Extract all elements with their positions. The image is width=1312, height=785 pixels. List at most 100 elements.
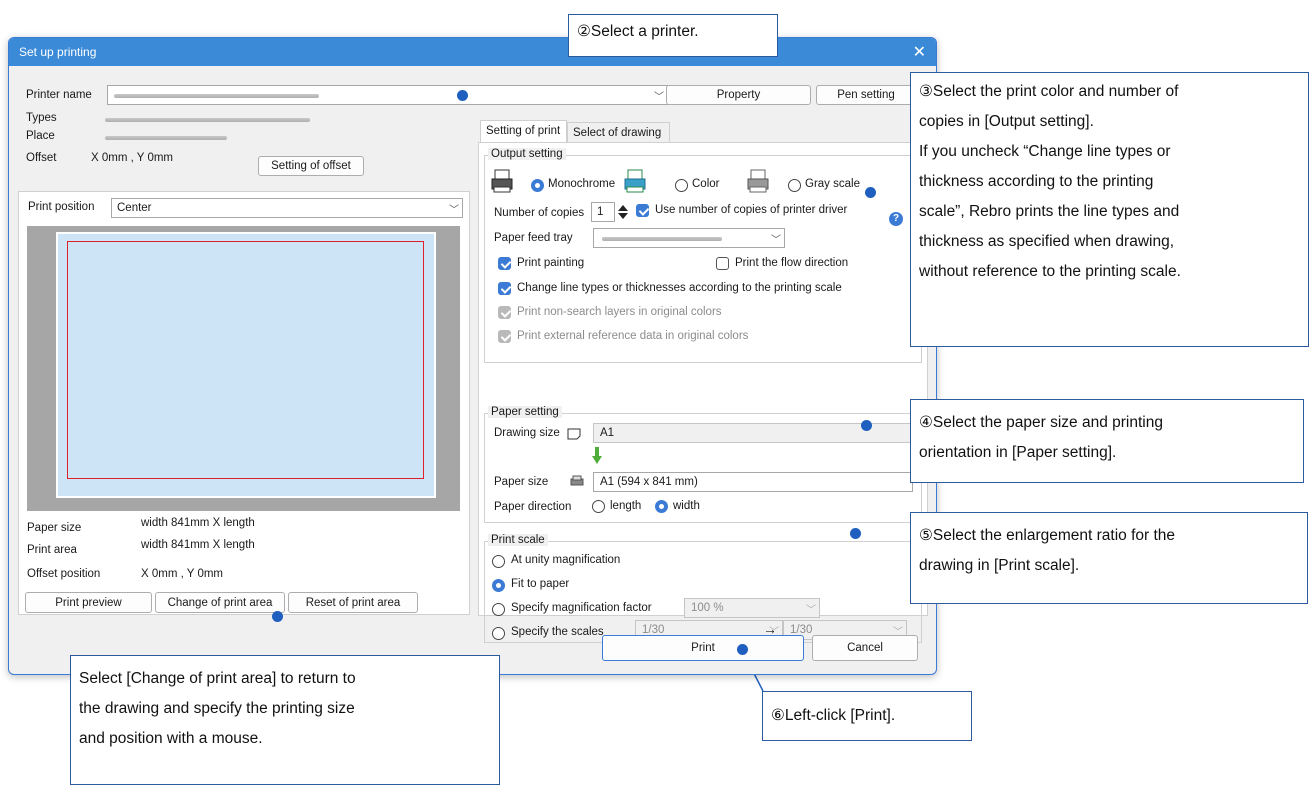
print-position-value: Center xyxy=(117,202,152,214)
specify-magnification-label: Specify magnification factor xyxy=(511,602,652,614)
monochrome-label: Monochrome xyxy=(548,178,616,190)
print-area-rectangle[interactable] xyxy=(67,241,424,479)
drawing-size-label: Drawing size xyxy=(494,427,560,439)
use-copies-driver-checkbox[interactable] xyxy=(636,204,649,217)
use-copies-driver-label: Use number of copies of printer driver xyxy=(655,204,848,216)
paper-feed-tray-select[interactable]: ﹀ xyxy=(593,228,785,248)
preview-paper xyxy=(56,232,436,498)
paper-size-label: Paper size xyxy=(494,476,549,488)
pen-setting-button[interactable]: Pen setting xyxy=(816,85,916,105)
print-non-search-label: Print non-search layers in original colo… xyxy=(517,306,722,318)
callout-line: ⑤Select the enlargement ratio for the xyxy=(919,527,1176,544)
paper-setting-title: Paper setting xyxy=(488,406,562,418)
reset-of-print-area-button[interactable]: Reset of print area xyxy=(288,592,418,613)
paper-feed-tray-value-redacted xyxy=(602,237,722,241)
preview-canvas xyxy=(27,226,460,511)
print-area-label: Print area xyxy=(27,544,77,556)
setting-of-offset-button[interactable]: Setting of offset xyxy=(258,156,364,176)
callout-line: ③Select the print color and number of xyxy=(919,83,1179,100)
callout-line: ④Select the paper size and printing xyxy=(919,414,1163,431)
number-of-copies-value: 1 xyxy=(597,206,604,218)
chevron-down-icon: ﹀ xyxy=(654,92,664,103)
callout-output-setting: ③Select the print color and number of co… xyxy=(910,72,1309,347)
specify-magnification-radio[interactable] xyxy=(492,603,505,616)
length-radio[interactable] xyxy=(592,500,605,513)
callout-select-printer-text: ②Select a printer. xyxy=(577,23,699,40)
print-position-select[interactable]: Center ﹀ xyxy=(111,198,463,218)
gray-scale-radio[interactable] xyxy=(788,179,801,192)
callout-dot-paper xyxy=(861,420,872,431)
monochrome-radio[interactable] xyxy=(531,179,544,192)
print-button[interactable]: Print xyxy=(602,635,804,661)
paper-size-select[interactable]: A1 (594 x 841 mm) xyxy=(593,472,913,492)
printer-name-label: Printer name xyxy=(26,89,92,101)
callout-dot-print xyxy=(737,644,748,655)
callout-line: copies in [Output setting]. xyxy=(919,113,1094,130)
change-line-types-label: Change line types or thicknesses accordi… xyxy=(517,282,842,294)
width-label: width xyxy=(673,500,700,512)
arrow-down-icon xyxy=(592,447,602,465)
print-position-label: Print position xyxy=(28,201,95,213)
tab-select-of-drawing[interactable]: Select of drawing xyxy=(567,122,670,142)
callout-line: If you uncheck “Change line types or xyxy=(919,143,1171,160)
color-label: Color xyxy=(692,178,720,190)
chevron-down-icon: ﹀ xyxy=(449,205,459,216)
print-flow-direction-label: Print the flow direction xyxy=(735,257,849,269)
callout-line: thickness according to the printing xyxy=(919,173,1154,190)
tab-setting-of-print[interactable]: Setting of print xyxy=(480,120,567,142)
print-flow-direction-checkbox[interactable] xyxy=(716,257,729,270)
chevron-down-icon: ﹀ xyxy=(806,605,816,616)
chevron-down-icon: ﹀ xyxy=(771,235,781,246)
offset-position-value: X 0mm , Y 0mm xyxy=(141,568,224,580)
place-label: Place xyxy=(26,130,55,142)
callout-left-click-print-text: ⑥Left-click [Print]. xyxy=(771,707,896,724)
grayscale-printer-icon xyxy=(747,169,769,193)
at-unity-radio[interactable] xyxy=(492,555,505,568)
paper-size-select-value: A1 (594 x 841 mm) xyxy=(600,476,698,488)
types-label: Types xyxy=(26,112,57,124)
number-of-copies-label: Number of copies xyxy=(494,207,585,219)
printer-small-icon xyxy=(570,474,584,488)
callout-line: and position with a mouse. xyxy=(79,730,263,747)
copies-spinner[interactable] xyxy=(616,202,630,222)
callout-print-scale: ⑤Select the enlargement ratio for the dr… xyxy=(910,512,1308,604)
gray-scale-label: Gray scale xyxy=(805,178,860,190)
property-button[interactable]: Property xyxy=(666,85,811,105)
callout-line: orientation in [Paper setting]. xyxy=(919,444,1117,461)
monochrome-printer-icon xyxy=(491,169,513,193)
print-painting-checkbox[interactable] xyxy=(498,257,511,270)
callout-left-click-print: ⑥Left-click [Print]. xyxy=(762,691,972,741)
print-preview-button[interactable]: Print preview xyxy=(25,592,152,613)
close-icon[interactable]: ✕ xyxy=(913,42,926,62)
help-icon[interactable]: ? xyxy=(889,212,903,226)
printer-name-select[interactable]: ﹀ xyxy=(107,85,668,105)
print-external-ref-label: Print external reference data in origina… xyxy=(517,330,749,342)
print-non-search-checkbox xyxy=(498,306,511,319)
set-up-printing-dialog: Set up printing ✕ Printer name ﹀ Propert… xyxy=(8,37,937,675)
print-preview-panel: Print position Center ﹀ Paper size width… xyxy=(18,191,470,615)
title-bar: Set up printing ✕ xyxy=(9,38,936,66)
color-printer-icon xyxy=(624,169,646,193)
print-area-value: width 841mm X length xyxy=(141,539,255,551)
offset-value: X 0mm , Y 0mm xyxy=(91,152,174,164)
change-line-types-checkbox[interactable] xyxy=(498,282,511,295)
magnification-value: 100 % xyxy=(691,602,724,614)
color-radio[interactable] xyxy=(675,179,688,192)
paper-feed-tray-label: Paper feed tray xyxy=(494,232,573,244)
paper-direction-label: Paper direction xyxy=(494,501,572,513)
fit-to-paper-radio[interactable] xyxy=(492,579,505,592)
width-radio[interactable] xyxy=(655,500,668,513)
callout-dot-printer xyxy=(457,90,468,101)
print-scale-title: Print scale xyxy=(488,534,548,546)
callout-dot-print-area xyxy=(272,611,283,622)
tab-panel-setting-of-print: Output setting Monochrome Color Gray sca… xyxy=(478,142,928,643)
callout-change-print-area: Select [Change of print area] to return … xyxy=(70,655,500,785)
specify-scales-radio[interactable] xyxy=(492,627,505,640)
number-of-copies-input[interactable]: 1 xyxy=(591,202,615,222)
change-of-print-area-button[interactable]: Change of print area xyxy=(155,592,285,613)
cancel-button[interactable]: Cancel xyxy=(812,635,918,661)
offset-position-label: Offset position xyxy=(27,568,101,580)
callout-line: drawing in [Print scale]. xyxy=(919,557,1080,574)
callout-select-printer: ②Select a printer. xyxy=(568,14,778,57)
callout-line: scale”, Rebro prints the line types and xyxy=(919,203,1180,220)
